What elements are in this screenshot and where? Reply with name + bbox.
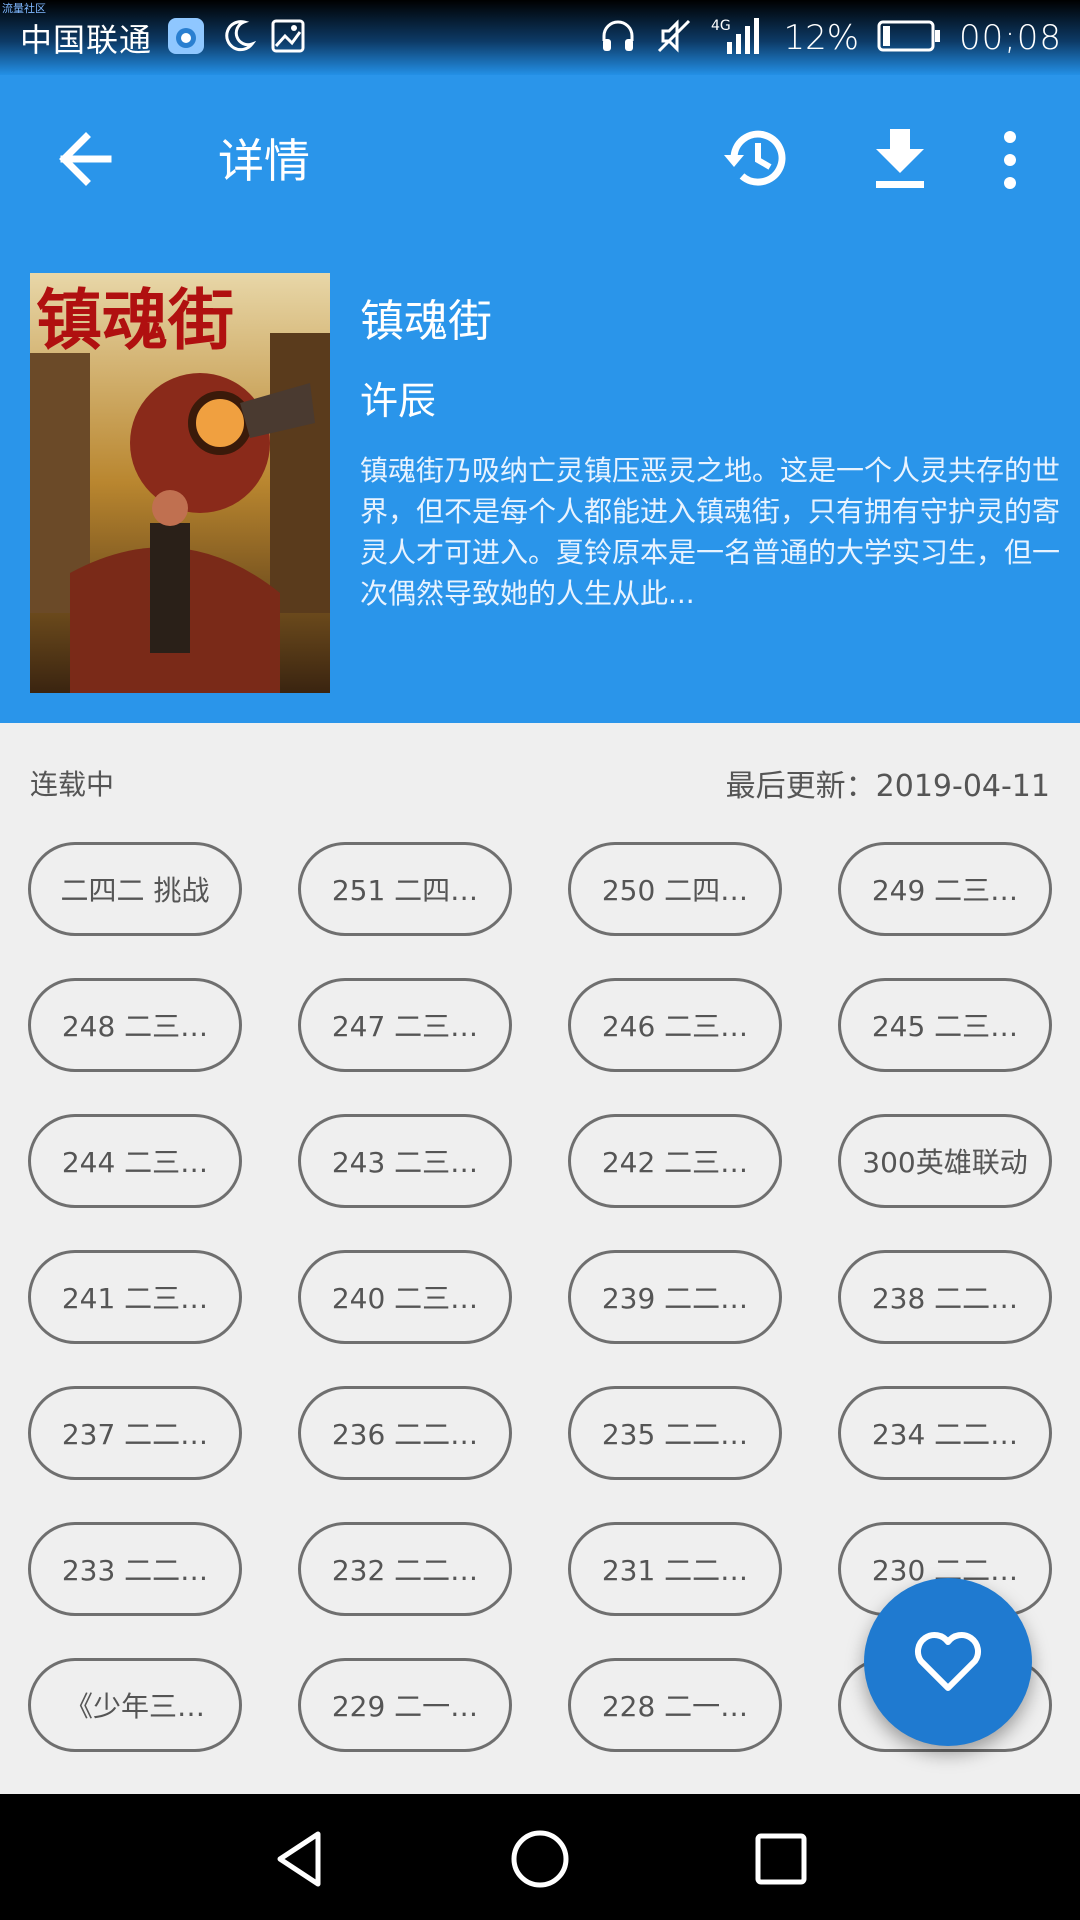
signal-icon: 4G [711, 16, 765, 60]
back-arrow-icon[interactable] [52, 127, 116, 191]
headphones-icon [599, 17, 637, 59]
chapter-chip[interactable]: 240 二三… [298, 1250, 512, 1344]
chapter-chip[interactable]: 228 二一… [568, 1658, 782, 1752]
page-title: 详情 [218, 134, 310, 188]
chapter-chip[interactable]: 238 二二… [838, 1250, 1052, 1344]
nav-back-icon[interactable] [264, 1824, 334, 1894]
chapter-chip[interactable]: 248 二三… [28, 978, 242, 1072]
chapter-chip[interactable]: 242 二三… [568, 1114, 782, 1208]
book-author: 许辰 [360, 379, 437, 423]
cover-art: 镇魂街 [30, 273, 330, 693]
chapter-chip[interactable]: 249 二三… [838, 842, 1052, 936]
chapter-chip[interactable]: 235 二二… [568, 1386, 782, 1480]
chapter-chip[interactable]: 251 二四… [298, 842, 512, 936]
chapter-chip[interactable]: 244 二三… [28, 1114, 242, 1208]
network-label: 4G [711, 18, 731, 34]
book-cover-image: 镇魂街 [30, 273, 330, 693]
chapter-chip[interactable]: 250 二四… [568, 842, 782, 936]
chapter-chip[interactable]: 241 二三… [28, 1250, 242, 1344]
chapter-chip[interactable]: 231 二二… [568, 1522, 782, 1616]
status-left: 中国联通 [20, 14, 306, 62]
chapter-chip[interactable]: 247 二三… [298, 978, 512, 1072]
last-update: 最后更新：2019-04-11 [725, 769, 1050, 804]
download-icon[interactable] [870, 125, 930, 191]
vibrate-off-icon [655, 17, 693, 59]
app-icon [166, 16, 206, 60]
image-icon [270, 18, 306, 58]
system-nav-bar [0, 1794, 1080, 1920]
chapter-chip[interactable]: 二四二 挑战 [28, 842, 242, 936]
chapter-chip[interactable]: 245 二三… [838, 978, 1052, 1072]
chapter-chip[interactable]: 243 二三… [298, 1114, 512, 1208]
favorite-button[interactable] [864, 1578, 1032, 1746]
moon-icon [220, 18, 257, 58]
chapter-chip[interactable]: 《少年三… [28, 1658, 242, 1752]
cover-title-art: 镇魂街 [36, 281, 234, 359]
app-toolbar: 详情 [0, 75, 1080, 245]
more-vert-icon[interactable] [990, 125, 1030, 195]
carrier-name: 中国联通 [20, 21, 153, 59]
chapter-chip[interactable]: 300英雄联动 [838, 1114, 1052, 1208]
book-title: 镇魂街 [360, 296, 492, 347]
chapter-chip[interactable]: 232 二二… [298, 1522, 512, 1616]
chapter-chip[interactable]: 234 二二… [838, 1386, 1052, 1480]
battery-percent: 12% [783, 18, 860, 58]
book-detail-header: 镇魂街 镇魂街 许辰 镇魂街乃吸纳亡灵镇压恶灵之地。这是一个人灵共存的世界，但不… [0, 245, 1080, 723]
heart-icon [915, 1632, 981, 1691]
book-description: 镇魂街乃吸纳亡灵镇压恶灵之地。这是一个人灵共存的世界，但不是每个人都能进入镇魂街… [360, 454, 1061, 610]
status-bar: 流量社区 中国联通 4G 12% 00;08 [0, 0, 1080, 75]
nav-recent-icon[interactable] [746, 1824, 816, 1894]
serial-status: 连载中 [30, 768, 115, 801]
meta-row: 连载中 最后更新：2019-04-11 [0, 723, 1080, 833]
battery-icon [877, 18, 941, 58]
chapter-chip[interactable]: 236 二二… [298, 1386, 512, 1480]
history-icon[interactable] [720, 123, 790, 193]
chapter-chip[interactable]: 246 二三… [568, 978, 782, 1072]
chapter-chip[interactable]: 239 二二… [568, 1250, 782, 1344]
chapter-chip[interactable]: 229 二一… [298, 1658, 512, 1752]
status-right: 4G 12% 00;08 [599, 14, 1062, 62]
clock: 00;08 [959, 18, 1062, 58]
nav-home-icon[interactable] [505, 1824, 575, 1894]
chapter-chip[interactable]: 237 二二… [28, 1386, 242, 1480]
chapter-chip[interactable]: 233 二二… [28, 1522, 242, 1616]
